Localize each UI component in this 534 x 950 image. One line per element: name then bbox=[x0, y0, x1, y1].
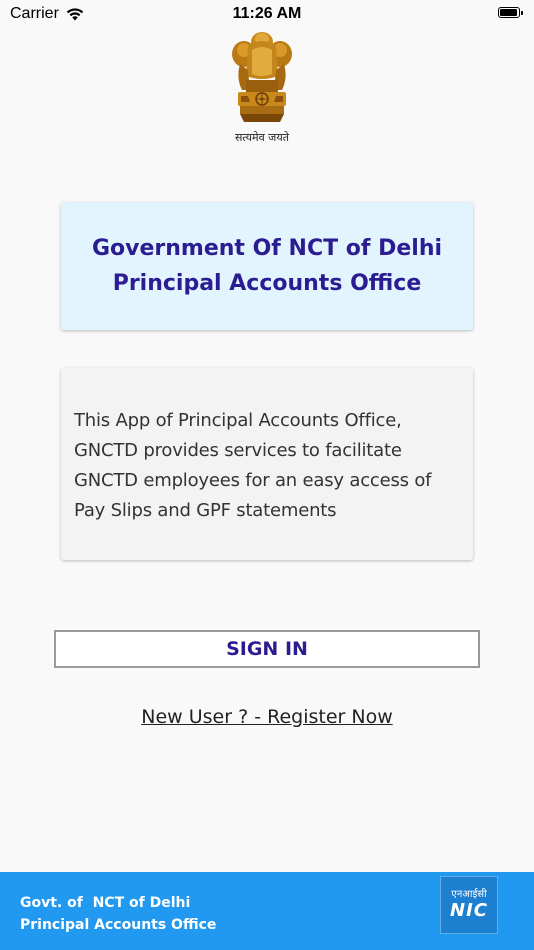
title-card: Government Of NCT of Delhi Principal Acc… bbox=[61, 202, 473, 330]
national-emblem-icon bbox=[232, 32, 292, 122]
national-emblem: सत्यमेव जयते bbox=[222, 28, 302, 148]
nic-logo-icon: एनआईसी NIC bbox=[440, 876, 498, 934]
description-card: This App of Principal Accounts Office, G… bbox=[61, 368, 473, 560]
nic-logo-english: NIC bbox=[450, 900, 488, 921]
title-line-2: Principal Accounts Office bbox=[112, 271, 422, 296]
battery-icon bbox=[498, 7, 524, 19]
title-line-1: Government Of NCT of Delhi bbox=[91, 236, 443, 261]
footer-text: Govt. of NCT of Delhi Principal Accounts… bbox=[20, 892, 216, 936]
description-text: This App of Principal Accounts Office, G… bbox=[74, 410, 432, 521]
register-link[interactable]: New User ? - Register Now bbox=[0, 706, 534, 728]
footer-line-1: Govt. of NCT of Delhi bbox=[20, 895, 191, 911]
emblem-motto: सत्यमेव जयते bbox=[234, 131, 289, 144]
sign-in-button[interactable]: SIGN IN bbox=[54, 630, 480, 668]
footer-line-2: Principal Accounts Office bbox=[20, 917, 217, 933]
status-bar: Carrier 11:26 AM bbox=[0, 0, 534, 28]
status-time: 11:26 AM bbox=[232, 5, 302, 22]
